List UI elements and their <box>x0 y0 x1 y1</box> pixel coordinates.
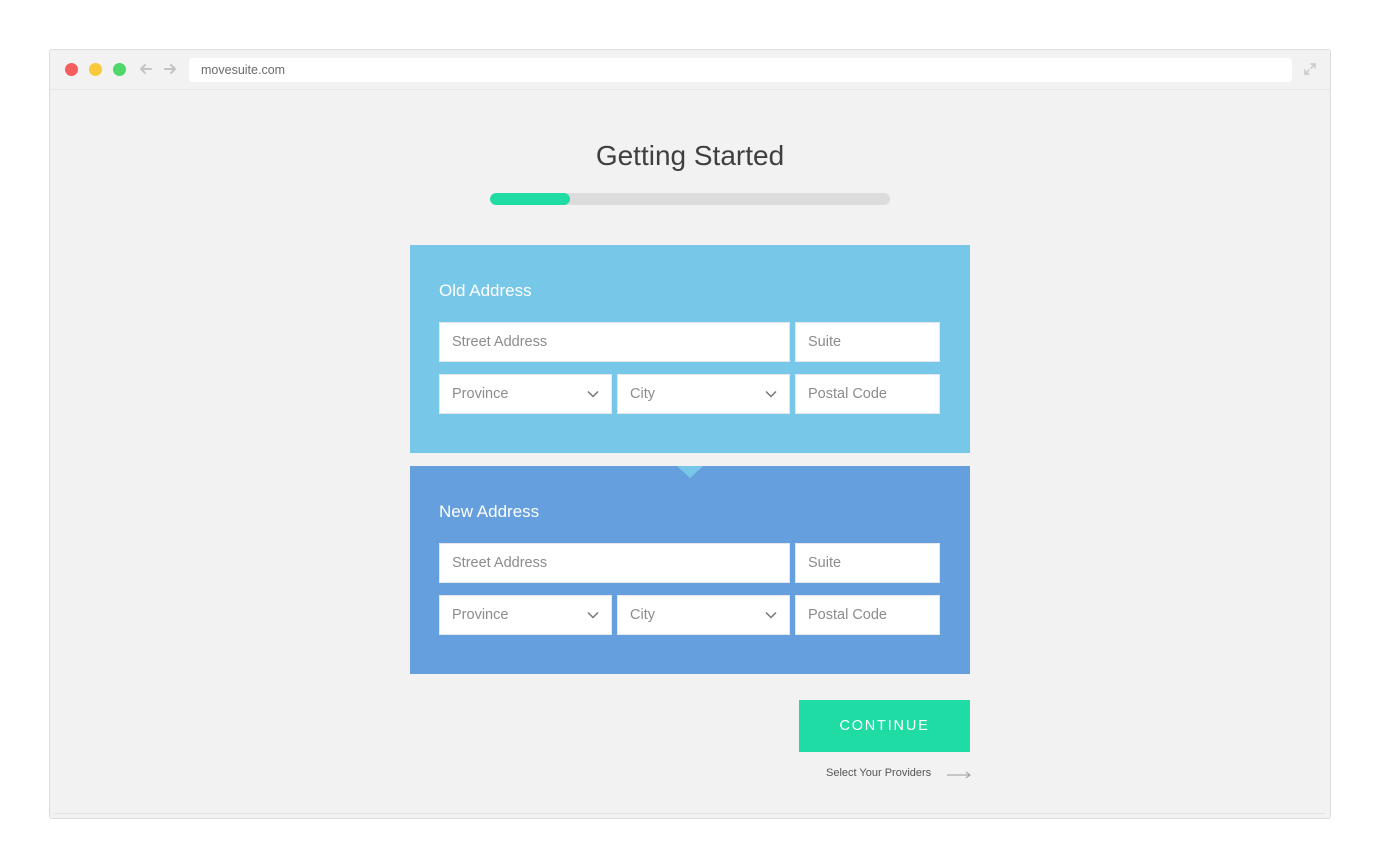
select-providers-link[interactable]: Select Your Providers <box>826 767 931 779</box>
old-address-heading: Old Address <box>439 281 532 300</box>
old-street-address-input[interactable]: Street Address <box>439 322 790 362</box>
new-suite-input[interactable]: Suite <box>795 543 940 583</box>
page-content: Getting Started Old Address Street Addre… <box>54 90 1326 814</box>
old-suite-input[interactable]: Suite <box>795 322 940 362</box>
new-province-label: Province <box>452 607 509 623</box>
new-postal-code-input[interactable]: Postal Code <box>795 595 940 635</box>
old-address-panel: Old Address Street Address Suite Provinc… <box>410 245 970 453</box>
arrow-right-icon[interactable] <box>161 60 179 78</box>
old-city-select[interactable]: City <box>617 374 790 414</box>
panel-connector-notch <box>677 466 703 478</box>
new-city-select[interactable]: City <box>617 595 790 635</box>
arrow-left-icon[interactable] <box>137 60 155 78</box>
old-city-label: City <box>630 386 655 402</box>
new-street-address-input[interactable]: Street Address <box>439 543 790 583</box>
url-bar[interactable]: movesuite.com <box>189 58 1292 82</box>
chevron-down-icon <box>587 390 599 398</box>
chevron-down-icon <box>765 611 777 619</box>
progress-bar <box>490 193 890 205</box>
long-arrow-right-icon[interactable] <box>946 770 972 780</box>
old-postal-code-input[interactable]: Postal Code <box>795 374 940 414</box>
minimize-window-button[interactable] <box>89 63 102 76</box>
maximize-window-button[interactable] <box>113 63 126 76</box>
progress-bar-fill <box>490 193 570 205</box>
old-province-select[interactable]: Province <box>439 374 612 414</box>
expand-icon[interactable] <box>1303 62 1317 76</box>
chevron-down-icon <box>587 611 599 619</box>
close-window-button[interactable] <box>65 63 78 76</box>
old-province-label: Province <box>452 386 509 402</box>
continue-button[interactable]: CONTINUE <box>799 700 970 752</box>
browser-toolbar: movesuite.com <box>50 50 1330 90</box>
page-title: Getting Started <box>595 140 785 171</box>
chevron-down-icon <box>765 390 777 398</box>
new-address-panel: New Address Street Address Suite Provinc… <box>410 466 970 674</box>
new-address-heading: New Address <box>439 502 540 521</box>
browser-window: movesuite.com Getting Started Old Addres… <box>49 49 1331 819</box>
new-province-select[interactable]: Province <box>439 595 612 635</box>
new-city-label: City <box>630 607 655 623</box>
